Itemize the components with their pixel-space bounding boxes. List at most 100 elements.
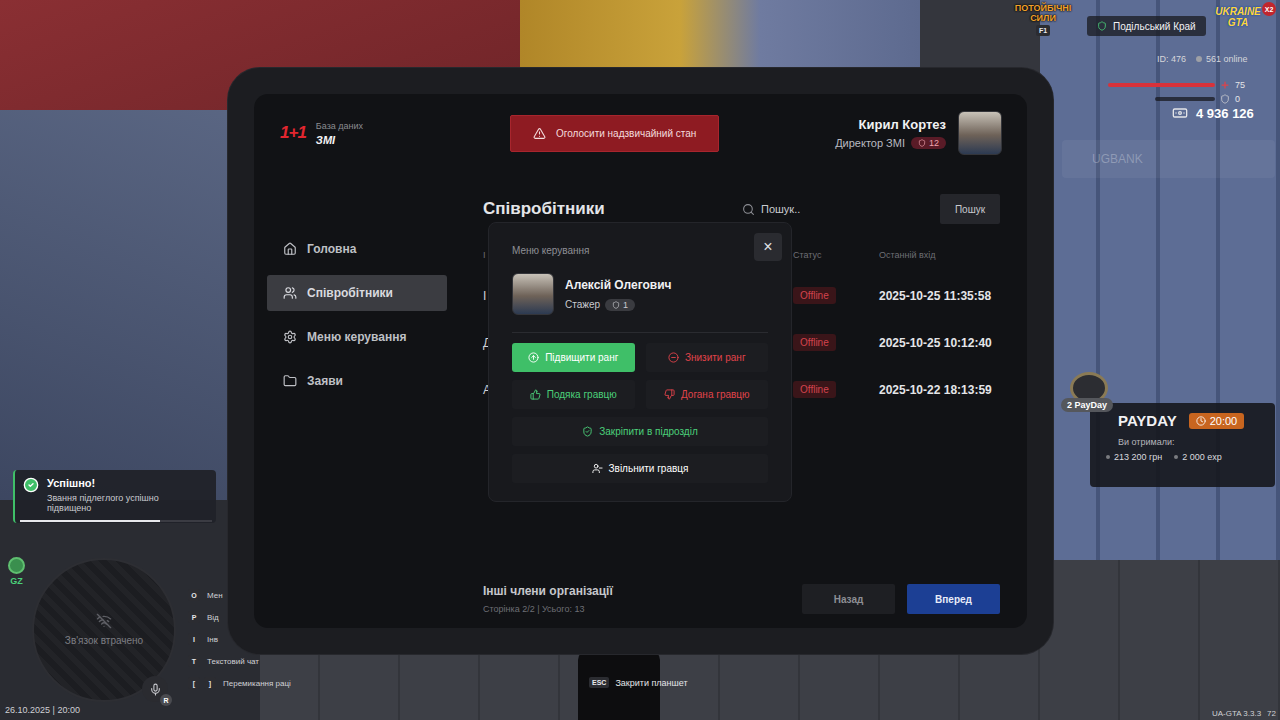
divider: [512, 332, 768, 333]
table-footer: Інші члени організаціїСторінка 2/2 | Усь…: [483, 584, 1000, 614]
member-avatar: [512, 273, 554, 315]
health-fill: [1108, 83, 1215, 87]
rank-badge: 12: [911, 137, 946, 149]
esc-key[interactable]: ESC: [589, 677, 609, 688]
notification-progress: [20, 520, 212, 522]
payday-count: 2 PayDay: [1061, 398, 1113, 412]
health-icon: [1220, 80, 1230, 90]
action-button[interactable]: Знизити ранг: [646, 343, 769, 372]
search-button[interactable]: Пошук: [940, 194, 1000, 224]
action-list: Підвищити ранг Знизити ранг Подяка гравцю Д…: [512, 343, 768, 483]
action-button[interactable]: Підвищити ранг: [512, 343, 635, 372]
search-icon: [742, 203, 755, 216]
online-dot-icon: [1196, 56, 1202, 62]
user-block: Кирил КортезДиректор ЗМІ12: [835, 111, 1002, 155]
online-count: 561 online: [1196, 54, 1248, 64]
action-button[interactable]: Закріпити в підрозділ: [512, 417, 768, 446]
key-hint-label: Мен: [207, 591, 223, 600]
payday-label: Ви отримали:: [1118, 437, 1263, 447]
zone-icon: [8, 557, 25, 574]
health-row: 75: [1108, 80, 1245, 90]
search-field[interactable]: Пошук..: [742, 203, 932, 216]
payday-reward: 2 000 exp: [1174, 452, 1222, 462]
success-notification: Успішно!Звання підлеглого успішно підвищ…: [13, 470, 216, 523]
page-button[interactable]: Вперед: [907, 584, 1000, 614]
sidebar: Головна Співробітники Меню керування Заяви: [267, 172, 447, 614]
payday-reward: 213 200 грн: [1106, 452, 1162, 462]
brand: 1+1База данихЗМІ: [280, 121, 510, 146]
action-button[interactable]: Звільнити гравця: [512, 454, 768, 483]
sidebar-item[interactable]: Головна: [267, 231, 447, 267]
key-hint: []Перемикання раці: [188, 677, 291, 689]
fps: 72: [1267, 709, 1276, 718]
event-key[interactable]: F1: [1036, 25, 1050, 36]
column-header: Статус: [793, 250, 879, 260]
member-rank-name: Стажер: [565, 299, 600, 310]
member-info: Алексій ОлеговичСтажер1: [512, 273, 768, 315]
emergency-button[interactable]: Оголосити надзвичайний стан: [510, 115, 719, 152]
shield-icon: [918, 139, 926, 147]
brand-subtitle: База даних: [316, 121, 363, 131]
key-hint-label: Перемикання раці: [223, 679, 291, 688]
tablet-header: 1+1База данихЗМІОголосити надзвичайний с…: [254, 94, 1027, 172]
last-login-cell: 2025-10-25 11:35:58: [879, 289, 1000, 303]
voice-button[interactable]: R: [142, 676, 168, 702]
wifi-off-icon: [96, 613, 112, 629]
action-button[interactable]: Догана гравцю: [646, 380, 769, 409]
game-logo-title: UKRAINE GTA: [1210, 6, 1266, 28]
health-bar: [1108, 83, 1215, 87]
close-button[interactable]: ×: [754, 233, 782, 261]
sidebar-item[interactable]: Заяви: [267, 363, 447, 399]
user-minus-icon: [592, 463, 603, 474]
payday-time: 20:00: [1189, 413, 1245, 429]
event-logo-title: ПОТОЙБІЧНІ СИЛИ: [1015, 3, 1072, 23]
key-hint-label: Інв: [207, 635, 218, 644]
member-name: Алексій Олегович: [565, 278, 672, 292]
sidebar-item[interactable]: Співробітники: [267, 275, 447, 311]
user-avatar: [958, 111, 1002, 155]
clock-icon: [1196, 416, 1206, 426]
player-id: ID: 476: [1157, 54, 1186, 64]
shield-icon: [1097, 21, 1107, 31]
bank-title: UGBANK: [1092, 152, 1143, 166]
minus-icon: [668, 352, 679, 363]
status-badge: Offline: [793, 334, 836, 351]
close-hint-label: Закрити планшет: [615, 678, 687, 688]
notification-progress-fill: [20, 520, 160, 522]
payday-card: PAYDAY 20:00 Ви отримали: 213 200 грн 2 000 …: [1090, 403, 1275, 487]
armor-icon: [1220, 94, 1230, 104]
arrow-up-icon: [528, 352, 539, 363]
folder-icon: [283, 374, 297, 388]
check-icon: [23, 477, 39, 493]
thumbs-up-icon: [530, 389, 541, 400]
page-button[interactable]: Назад: [802, 584, 895, 614]
tablet-screen: 1+1База данихЗМІОголосити надзвичайний с…: [254, 94, 1027, 628]
key-cap: P: [188, 611, 200, 623]
footer-title: Інші члени організації: [483, 584, 613, 598]
close-hint: ESC Закрити планшет: [589, 677, 688, 688]
date-time: 26.10.2025 | 20:00: [5, 705, 80, 715]
sidebar-item[interactable]: Меню керування: [267, 319, 447, 355]
action-button[interactable]: Подяка гравцю: [512, 380, 635, 409]
payday-rewards: 213 200 грн 2 000 exp: [1106, 452, 1263, 462]
last-login-cell: 2025-10-22 18:13:59: [879, 383, 1000, 397]
game-screen: ПОТОЙБІЧНІ СИЛИ F1 Подільський КрайUKRAINE…: [0, 0, 1280, 720]
armor-value: 0: [1235, 94, 1240, 104]
reward-dot-icon: [1174, 455, 1178, 459]
modal-title: Меню керування: [512, 245, 768, 256]
money-row: 4 936 126: [1172, 105, 1254, 121]
key-cap: I: [188, 633, 200, 645]
armor-row: 0: [1155, 94, 1240, 104]
key-cap: O: [188, 589, 200, 601]
warning-icon: [533, 127, 546, 140]
brand-title: ЗМІ: [316, 134, 363, 146]
armor-bar: [1155, 97, 1215, 101]
mic-icon: [149, 683, 162, 696]
payday-title: PAYDAY: [1118, 412, 1177, 429]
event-logo: ПОТОЙБІЧНІ СИЛИ F1: [1016, 3, 1070, 36]
server-badge: Подільський Край: [1087, 16, 1206, 36]
scene-blue-wall: [0, 110, 250, 510]
notification-title: Успішно!: [47, 477, 187, 489]
zone-badge: GZ: [8, 557, 25, 586]
key-hint-label: Текстовий чат: [207, 657, 259, 666]
